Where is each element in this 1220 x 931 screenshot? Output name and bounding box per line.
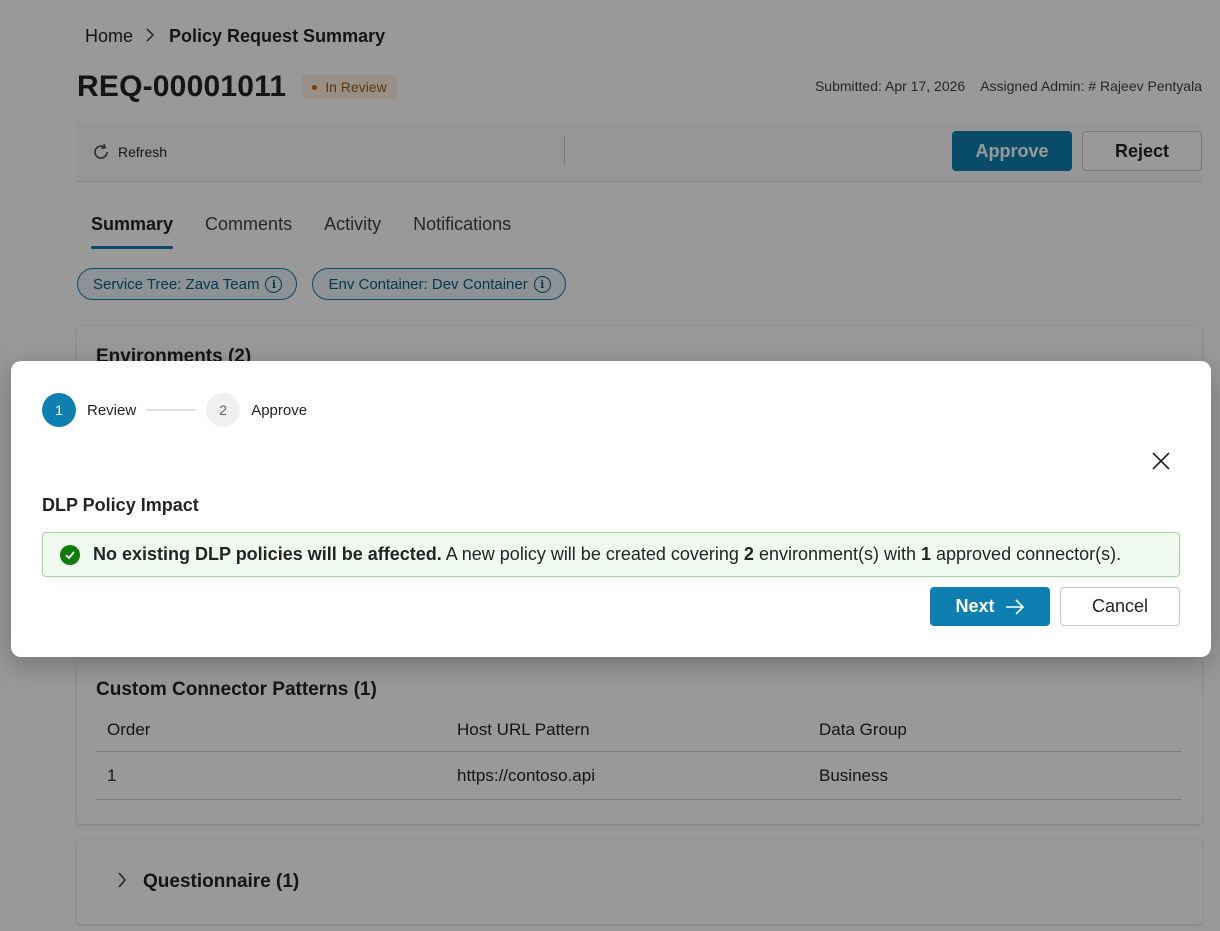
- page: Home Policy Request Summary REQ-00001011…: [0, 0, 1220, 931]
- step-2-label: Approve: [251, 401, 308, 419]
- message-part1: A new policy will be created covering: [441, 544, 744, 564]
- step-1-circle: 1: [42, 393, 76, 427]
- stepper: 1 Review 2 Approve: [42, 393, 307, 427]
- environment-count: 2: [743, 544, 754, 564]
- next-button[interactable]: Next: [930, 587, 1050, 626]
- step-1-label: Review: [87, 401, 137, 419]
- step-2-circle: 2: [206, 393, 241, 427]
- message-part3: approved connector(s).: [931, 544, 1122, 564]
- approve-dialog: 1 Review 2 Approve DLP Policy Impact No …: [11, 361, 1211, 657]
- next-button-label: Next: [955, 596, 995, 616]
- message-text: No existing DLP policies will be affecte…: [93, 544, 1121, 565]
- message-part2: environment(s) with: [753, 544, 921, 564]
- message-bold: No existing DLP policies will be affecte…: [93, 544, 442, 564]
- dialog-heading: DLP Policy Impact: [42, 495, 199, 515]
- success-message-bar: No existing DLP policies will be affecte…: [42, 532, 1180, 577]
- close-icon[interactable]: [1151, 451, 1171, 471]
- arrow-right-icon: [1005, 598, 1024, 615]
- step-connector: [146, 409, 197, 411]
- cancel-button[interactable]: Cancel: [1060, 587, 1180, 626]
- connector-count: 1: [921, 544, 932, 564]
- checkmark-circle-icon: [60, 544, 80, 565]
